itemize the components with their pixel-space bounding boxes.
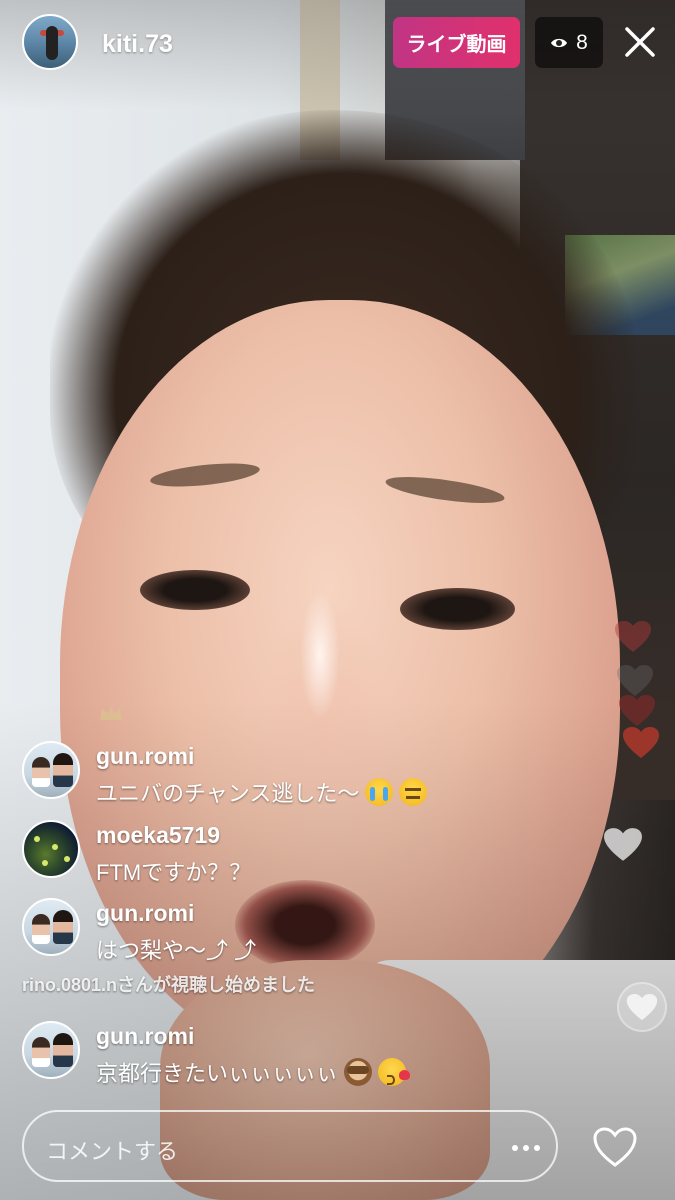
- avatar-figure: [46, 26, 58, 60]
- streamer-eye: [140, 570, 250, 610]
- join-notice: rino.0801.nさんが視聴し始めました: [22, 975, 316, 995]
- loudly-crying-face-icon: [365, 778, 394, 806]
- host-avatar[interactable]: [22, 14, 78, 70]
- comment-item: gun.romi ユニバのチャンス逃した〜: [22, 738, 582, 808]
- heart-reaction: [617, 982, 667, 1032]
- floating-hearts: [612, 620, 672, 770]
- avatar-person: [53, 910, 73, 944]
- streamer-eye: [400, 588, 515, 630]
- comment-text: 京都行きたいぃぃぃぃぃ: [96, 1061, 339, 1086]
- comment-username[interactable]: moeka5719: [96, 822, 220, 849]
- avatar-person: [32, 1037, 50, 1067]
- avatar-person: [53, 753, 73, 787]
- see-no-evil-monkey-icon: [344, 1058, 373, 1086]
- crown-icon: [100, 705, 122, 720]
- viewer-count: 8: [576, 30, 588, 54]
- commenter-avatar[interactable]: [22, 741, 80, 799]
- avatar-person: [32, 757, 50, 787]
- commenter-avatar[interactable]: [22, 1021, 80, 1079]
- comment-placeholder: コメントする: [46, 1139, 179, 1164]
- comment-text-row: ユニバのチャンス逃した〜: [96, 776, 428, 808]
- heart-icon: [626, 993, 658, 1020]
- comment-text: FTMですか？？: [96, 860, 252, 885]
- commenter-avatar[interactable]: [22, 898, 80, 956]
- more-icon[interactable]: [512, 1137, 542, 1157]
- avatar-person: [53, 1033, 73, 1067]
- heart-icon[interactable]: [592, 1126, 638, 1168]
- comment-text: ユニバのチャンス逃した〜: [96, 781, 360, 806]
- commenter-avatar[interactable]: [22, 820, 80, 878]
- comment-text-row: 京都行きたいぃぃぃぃぃ: [96, 1056, 411, 1088]
- live-badge: ライブ動画: [393, 17, 520, 68]
- comment-input[interactable]: コメントする: [22, 1110, 558, 1182]
- floating-heart-icon: [619, 695, 655, 726]
- comment-username[interactable]: gun.romi: [96, 900, 194, 927]
- comment-text-row: FTMですか？？: [96, 855, 251, 887]
- floating-heart-icon: [615, 621, 651, 652]
- comment-item: gun.romi はつ梨や〜⤴︎ ⤴︎: [22, 895, 582, 965]
- comment-username[interactable]: gun.romi: [96, 743, 194, 770]
- comment-text: はつ梨や〜⤴︎ ⤴︎: [96, 938, 257, 963]
- close-icon[interactable]: [622, 24, 658, 60]
- comment-item: gun.romi 京都行きたいぃぃぃぃぃ: [22, 1018, 582, 1088]
- viewer-count-badge[interactable]: 8: [535, 17, 603, 68]
- comment-username[interactable]: gun.romi: [96, 1023, 194, 1050]
- eye-icon: [551, 38, 568, 47]
- live-header: kiti.73 ライブ動画 8: [0, 0, 675, 90]
- host-username[interactable]: kiti.73: [102, 30, 173, 59]
- face-blowing-kiss-icon: [378, 1058, 411, 1086]
- avatar-person: [32, 914, 50, 944]
- heart-icon: [604, 828, 642, 861]
- floating-heart-icon: [623, 727, 659, 758]
- floating-heart-icon: [617, 665, 653, 696]
- comment-text-row: はつ梨や〜⤴︎ ⤴︎: [96, 933, 256, 965]
- expressionless-face-icon: [399, 778, 428, 806]
- comment-item: moeka5719 FTMですか？？: [22, 817, 582, 887]
